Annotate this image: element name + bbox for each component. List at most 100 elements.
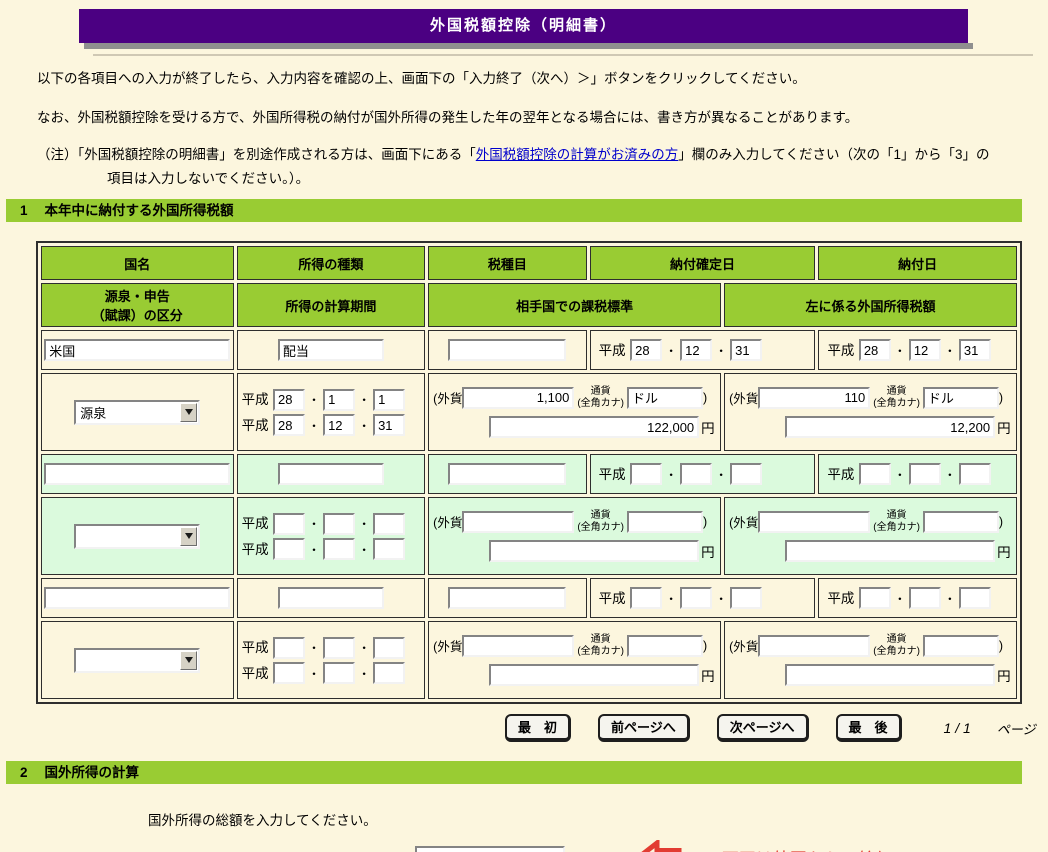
era-label: 平成 (241, 640, 269, 655)
era-label: 平成 (598, 466, 626, 482)
income-type-input[interactable] (277, 339, 384, 361)
base-yen-input[interactable] (489, 540, 700, 562)
tax-currency-input[interactable] (922, 634, 999, 657)
foreign-currency-open-label: (外貨 (729, 516, 759, 530)
table-entry-2: 平成 ・・ 平成 ・・ 平成 ・・ 平成 ・ ・ (外貨 通貨 (全角カナ))… (41, 454, 1017, 575)
tax-currency-input[interactable] (922, 510, 999, 533)
foreign-income-total-row: 円 120万円は外国からの給与 (415, 840, 1048, 852)
date-separator: ・ (308, 666, 321, 681)
foreign-tax-table: 国名 所得の種類 税種目 納付確定日 納付日 源泉・申告 （賦課）の区分 所得の… (36, 241, 1022, 704)
fixed-date-month-input[interactable] (680, 587, 713, 610)
col-header-category-line1: 源泉・申告 (104, 289, 170, 304)
period-to-year-input[interactable] (273, 414, 306, 436)
first-page-button[interactable]: 最 初 (505, 714, 572, 742)
period-to-day-input[interactable] (373, 414, 406, 436)
country-input[interactable] (44, 587, 231, 609)
dropdown-arrow-icon[interactable] (180, 526, 198, 546)
income-type-input[interactable] (277, 587, 384, 609)
fixed-date-year-input[interactable] (630, 463, 663, 486)
period-from-year-input[interactable] (273, 512, 306, 535)
country-input[interactable] (44, 339, 231, 361)
fixed-date-month-input[interactable] (680, 339, 713, 362)
pay-date-month-input[interactable] (908, 587, 941, 610)
fixed-date-day-input[interactable] (730, 587, 763, 610)
pay-date-year-input[interactable] (858, 587, 891, 610)
last-page-button[interactable]: 最 後 (835, 714, 902, 742)
next-page-button[interactable]: 次ページへ (716, 714, 809, 742)
era-label: 平成 (241, 516, 269, 531)
period-from-month-input[interactable] (323, 512, 356, 535)
period-to-day-input[interactable] (373, 662, 406, 684)
tax-item-input[interactable] (448, 463, 567, 485)
tax-foreign-amount-input[interactable] (758, 510, 871, 533)
base-yen-input[interactable] (489, 416, 700, 438)
period-from-month-input[interactable] (323, 636, 356, 659)
period-to-month-input[interactable] (323, 538, 356, 560)
period-to-month-input[interactable] (323, 414, 356, 436)
table-cell (236, 454, 426, 494)
foreign-currency-open-label: (外貨 (433, 640, 463, 654)
category-select[interactable]: 源泉 (74, 399, 201, 425)
date-separator: ・ (893, 467, 906, 482)
table-cell: (外貨 通貨(全角カナ) ) 円 (724, 373, 1017, 451)
tax-currency-input[interactable] (922, 386, 999, 409)
tax-foreign-amount-input[interactable] (758, 634, 871, 657)
period-to-year-input[interactable] (273, 538, 306, 560)
tax-yen-input[interactable] (785, 416, 996, 438)
income-type-input[interactable] (277, 463, 384, 485)
currency-kana-label: 通貨 (全角カナ) (577, 510, 625, 533)
tax-item-input[interactable] (448, 587, 567, 609)
base-yen-input[interactable] (489, 664, 700, 686)
period-to-day-input[interactable] (373, 538, 406, 560)
pay-date-month-input[interactable] (908, 463, 941, 486)
tax-yen-input[interactable] (785, 540, 996, 562)
base-foreign-amount-input[interactable] (462, 634, 575, 657)
base-foreign-amount-input[interactable] (462, 510, 575, 533)
currency-kana-label: 通貨 (全角カナ) (577, 634, 625, 657)
fixed-date-month-input[interactable] (680, 463, 713, 486)
date-separator: ・ (308, 517, 321, 531)
dropdown-arrow-icon[interactable] (180, 402, 198, 422)
category-select[interactable] (74, 647, 201, 673)
era-label: 平成 (827, 342, 855, 358)
tax-yen-input[interactable] (785, 664, 996, 686)
tax-foreign-amount-input[interactable] (758, 386, 871, 409)
prev-page-button[interactable]: 前ページへ (598, 714, 690, 742)
period-from-year-input[interactable] (273, 636, 306, 659)
table-cell: 平成 ・ ・ (818, 578, 1017, 618)
table-cell (41, 454, 234, 494)
pay-date-month-input[interactable] (908, 339, 941, 362)
date-separator: ・ (358, 393, 371, 407)
base-currency-input[interactable] (627, 386, 704, 409)
foreign-income-total-input[interactable] (415, 846, 565, 852)
category-select[interactable] (74, 523, 201, 549)
fixed-date-year-input[interactable] (630, 339, 663, 362)
dropdown-arrow-icon[interactable] (180, 650, 198, 670)
close-paren-label: ) (703, 638, 708, 653)
period-from-year-input[interactable] (273, 388, 306, 411)
note-text-after-link: 」欄のみ入力してください（次の「1」から「3」の (678, 147, 990, 162)
fixed-date-day-input[interactable] (730, 339, 763, 362)
pay-date-year-input[interactable] (858, 463, 891, 486)
fixed-date-year-input[interactable] (630, 587, 663, 610)
pay-date-day-input[interactable] (958, 587, 991, 610)
period-to-month-input[interactable] (323, 662, 356, 684)
period-from-day-input[interactable] (373, 388, 406, 411)
tax-item-input[interactable] (448, 339, 567, 361)
yen-label: 円 (578, 847, 592, 852)
base-currency-input[interactable] (627, 510, 704, 533)
page-indicator-label: ページ (996, 721, 1036, 737)
pay-date-year-input[interactable] (858, 339, 891, 362)
period-from-day-input[interactable] (373, 636, 406, 659)
table-cell (428, 454, 587, 494)
base-foreign-amount-input[interactable] (462, 386, 575, 409)
done-calculation-link[interactable]: 外国税額控除の計算がお済みの方 (476, 147, 679, 162)
pay-date-day-input[interactable] (958, 339, 991, 362)
fixed-date-day-input[interactable] (730, 463, 763, 486)
pay-date-day-input[interactable] (958, 463, 991, 486)
period-to-year-input[interactable] (273, 662, 306, 684)
base-currency-input[interactable] (627, 634, 704, 657)
period-from-month-input[interactable] (323, 388, 356, 411)
country-input[interactable] (44, 463, 231, 485)
period-from-day-input[interactable] (373, 512, 406, 535)
